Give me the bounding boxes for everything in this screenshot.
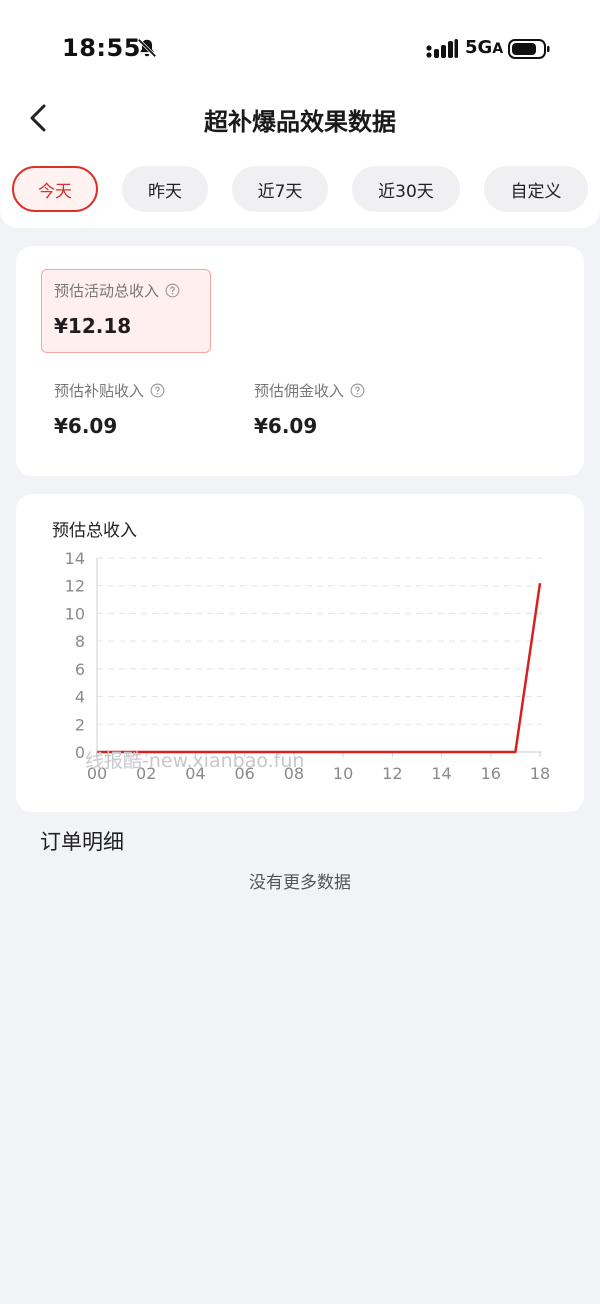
nav-header: 超补爆品效果数据 (0, 90, 600, 146)
bell-muted-icon (137, 38, 157, 58)
battery-icon (508, 39, 550, 59)
top-panel: 18:55 5GA 超补爆品效果数据 今天 昨天 近7天 近30天 自定义 (0, 0, 600, 228)
orders-section-title: 订单明细 (40, 830, 124, 854)
y-tick-label: 2 (75, 715, 85, 734)
y-tick-label: 0 (75, 743, 85, 762)
y-tick-label: 4 (75, 688, 85, 707)
question-circle-icon[interactable] (165, 283, 180, 298)
status-bar: 18:55 5GA (0, 0, 600, 96)
x-tick-label: 12 (382, 764, 402, 783)
network-indicator: 5GA (465, 37, 504, 58)
tab-last-7-days[interactable]: 近7天 (232, 166, 328, 212)
status-time: 18:55 (62, 34, 141, 62)
total-income-label: 预估活动总收入 (54, 282, 160, 300)
signal-icon (426, 39, 458, 58)
subsidy-income-label-row: 预估补贴收入 (54, 380, 165, 401)
y-tick-label: 6 (75, 660, 85, 679)
total-income-value: ¥12.18 (54, 314, 132, 338)
commission-income-label-row: 预估佣金收入 (254, 380, 365, 401)
page-title: 超补爆品效果数据 (204, 108, 396, 136)
subsidy-income-value: ¥6.09 (54, 414, 118, 438)
date-range-tabs: 今天 昨天 近7天 近30天 自定义 (0, 166, 600, 214)
series-line (97, 583, 542, 754)
watermark-text: 线报酷-new.xianbao.fun (85, 750, 305, 772)
tab-custom[interactable]: 自定义 (484, 166, 588, 212)
x-tick-label: 10 (333, 764, 353, 783)
subsidy-income-label: 预估补贴收入 (54, 382, 145, 400)
x-tick-label: 18 (530, 764, 550, 783)
tab-today[interactable]: 今天 (12, 166, 98, 212)
total-income-label-row: 预估活动总收入 (54, 280, 180, 301)
commission-income-label: 预估佣金收入 (254, 382, 345, 400)
commission-income-value: ¥6.09 (254, 414, 318, 438)
x-tick-label: 14 (431, 764, 451, 783)
tab-yesterday[interactable]: 昨天 (122, 166, 208, 212)
y-tick-label: 8 (75, 632, 85, 651)
x-tick-label: 16 (481, 764, 501, 783)
tab-last-30-days[interactable]: 近30天 (352, 166, 460, 212)
question-circle-icon[interactable] (150, 383, 165, 398)
question-circle-icon[interactable] (350, 383, 365, 398)
y-tick-label: 12 (65, 577, 85, 596)
summary-card: 预估活动总收入 ¥12.18 预估补贴收入 ¥6.09 预估佣金收入 ¥6.09 (16, 246, 584, 476)
orders-empty-text: 没有更多数据 (249, 873, 351, 893)
y-tick-label: 10 (65, 604, 85, 623)
y-tick-label: 14 (65, 549, 85, 568)
